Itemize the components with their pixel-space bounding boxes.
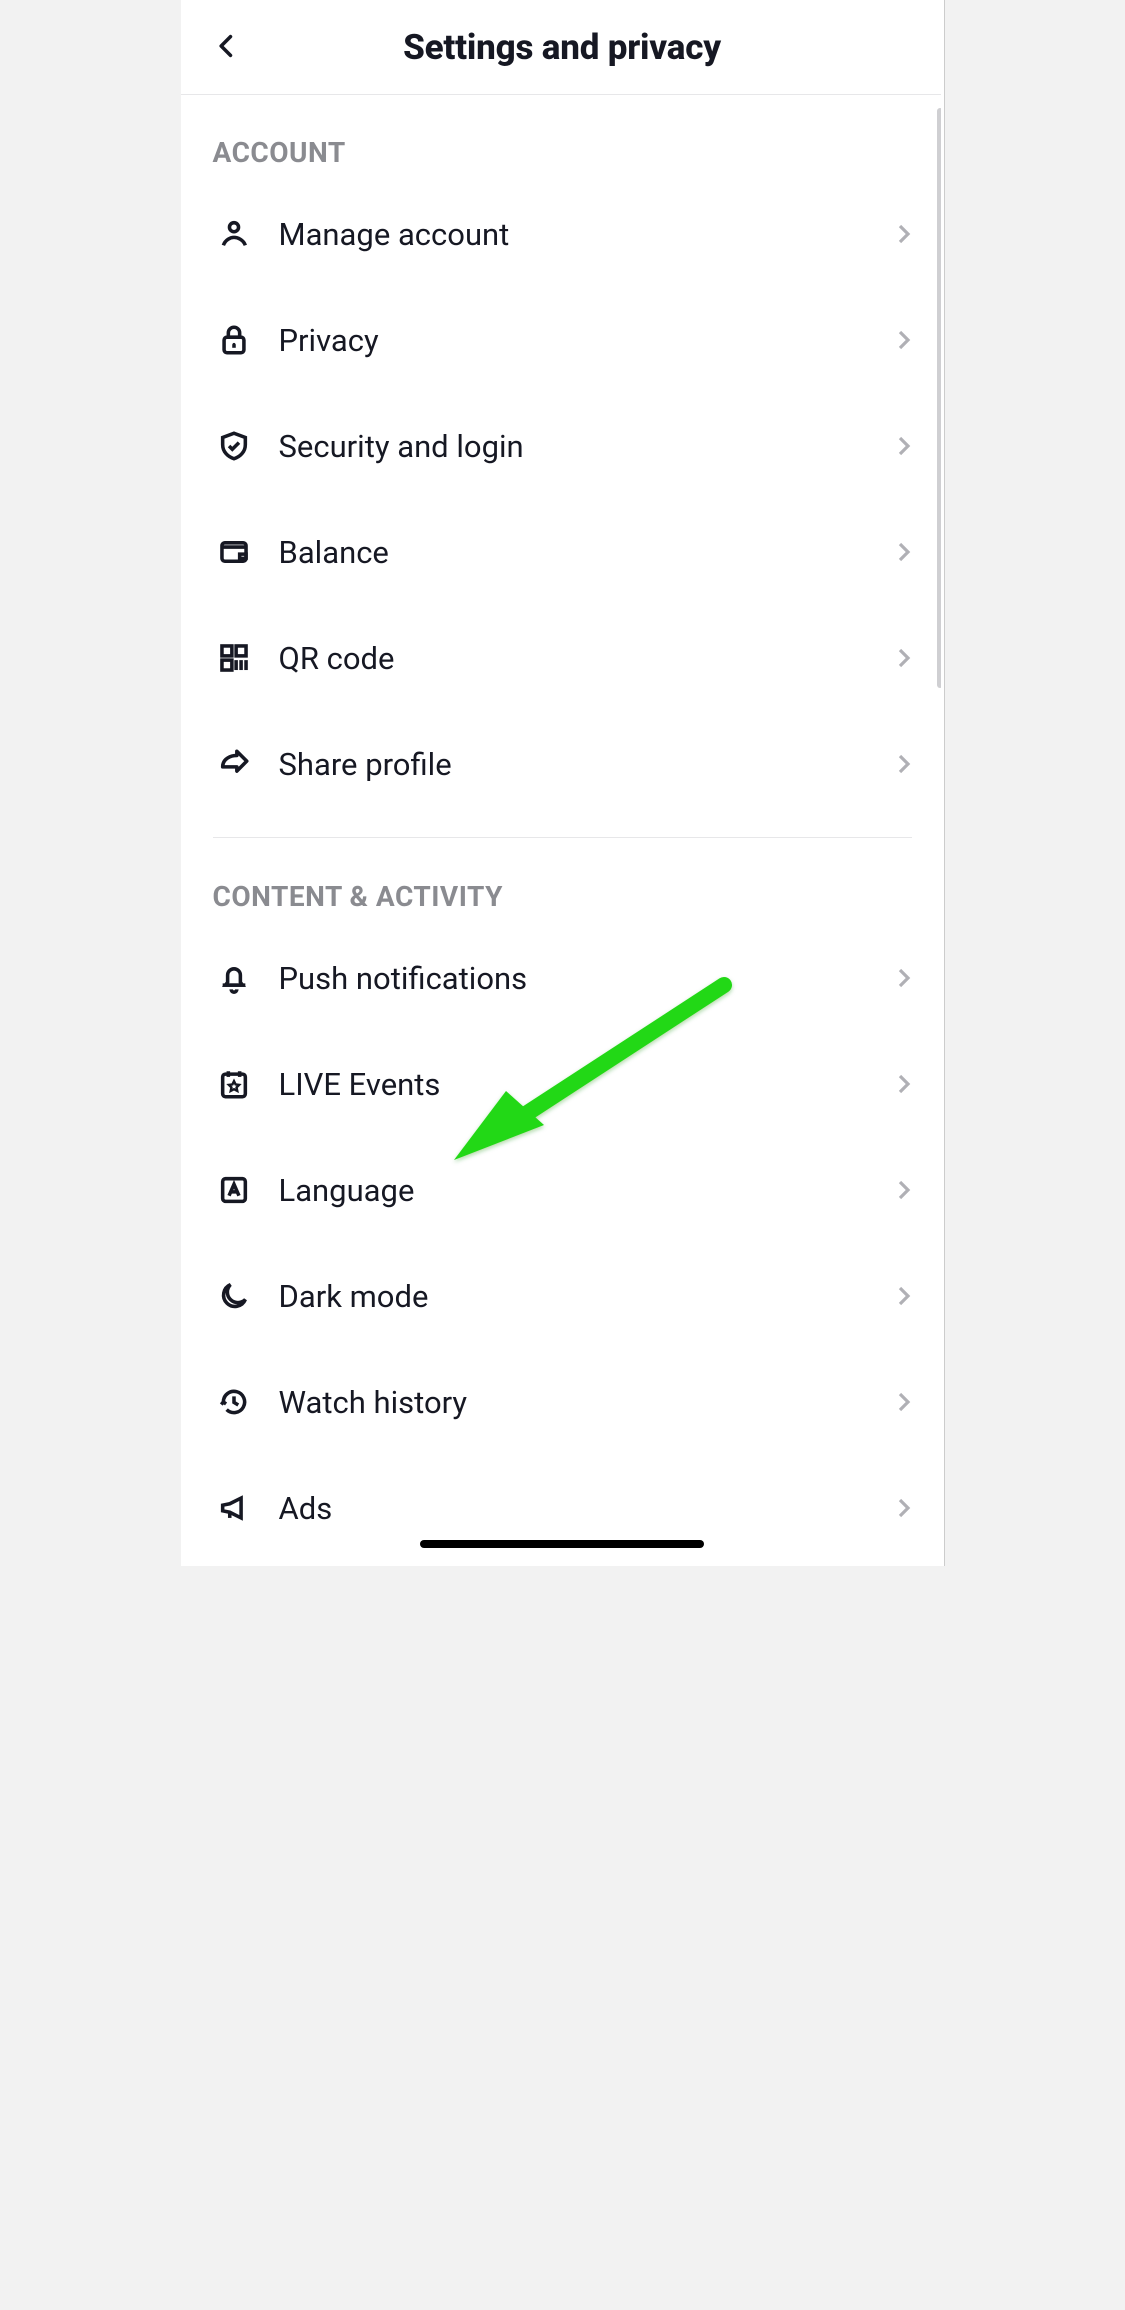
- share-arrow-icon: [213, 743, 255, 785]
- person-icon: [213, 213, 255, 255]
- home-indicator: [420, 1540, 704, 1548]
- chevron-right-icon: [892, 328, 916, 352]
- chevron-right-icon: [892, 222, 916, 246]
- chevron-right-icon: [892, 646, 916, 670]
- wallet-icon: [213, 531, 255, 573]
- lock-icon: [213, 319, 255, 361]
- section-header-content-activity: CONTENT & ACTIVITY: [181, 838, 944, 925]
- chevron-right-icon: [892, 966, 916, 990]
- chevron-right-icon: [892, 752, 916, 776]
- row-balance[interactable]: Balance: [181, 499, 944, 605]
- row-label: Balance: [279, 534, 892, 571]
- chevron-right-icon: [892, 1072, 916, 1096]
- row-label: Dark mode: [279, 1278, 892, 1315]
- row-label: Watch history: [279, 1384, 892, 1421]
- row-label: Manage account: [279, 216, 892, 253]
- chevron-right-icon: [892, 1496, 916, 1520]
- moon-icon: [213, 1275, 255, 1317]
- row-label: Privacy: [279, 322, 892, 359]
- row-language[interactable]: Language: [181, 1137, 944, 1243]
- row-watch-history[interactable]: Watch history: [181, 1349, 944, 1455]
- settings-scroll-area: ACCOUNT Manage account Privacy Security …: [181, 94, 944, 1566]
- row-privacy[interactable]: Privacy: [181, 287, 944, 393]
- chevron-right-icon: [892, 1178, 916, 1202]
- shield-check-icon: [213, 425, 255, 467]
- row-label: Push notifications: [279, 960, 892, 997]
- row-push-notifications[interactable]: Push notifications: [181, 925, 944, 1031]
- chevron-left-icon: [213, 32, 241, 63]
- row-label: LIVE Events: [279, 1066, 892, 1103]
- page-title: Settings and privacy: [403, 27, 721, 68]
- chevron-right-icon: [892, 540, 916, 564]
- settings-header: Settings and privacy: [181, 0, 944, 95]
- row-dark-mode[interactable]: Dark mode: [181, 1243, 944, 1349]
- megaphone-icon: [213, 1487, 255, 1529]
- row-label: Security and login: [279, 428, 892, 465]
- row-label: Ads: [279, 1490, 892, 1527]
- history-icon: [213, 1381, 255, 1423]
- row-manage-account[interactable]: Manage account: [181, 181, 944, 287]
- chevron-right-icon: [892, 434, 916, 458]
- row-share-profile[interactable]: Share profile: [181, 711, 944, 817]
- row-label: Share profile: [279, 746, 892, 783]
- language-icon: [213, 1169, 255, 1211]
- back-button[interactable]: [201, 21, 253, 73]
- row-security-login[interactable]: Security and login: [181, 393, 944, 499]
- bell-icon: [213, 957, 255, 999]
- chevron-right-icon: [892, 1390, 916, 1414]
- chevron-right-icon: [892, 1284, 916, 1308]
- row-label: Language: [279, 1172, 892, 1209]
- row-label: QR code: [279, 640, 892, 677]
- row-live-events[interactable]: LIVE Events: [181, 1031, 944, 1137]
- row-qr-code[interactable]: QR code: [181, 605, 944, 711]
- section-header-account: ACCOUNT: [181, 94, 944, 181]
- calendar-star-icon: [213, 1063, 255, 1105]
- qr-code-icon: [213, 637, 255, 679]
